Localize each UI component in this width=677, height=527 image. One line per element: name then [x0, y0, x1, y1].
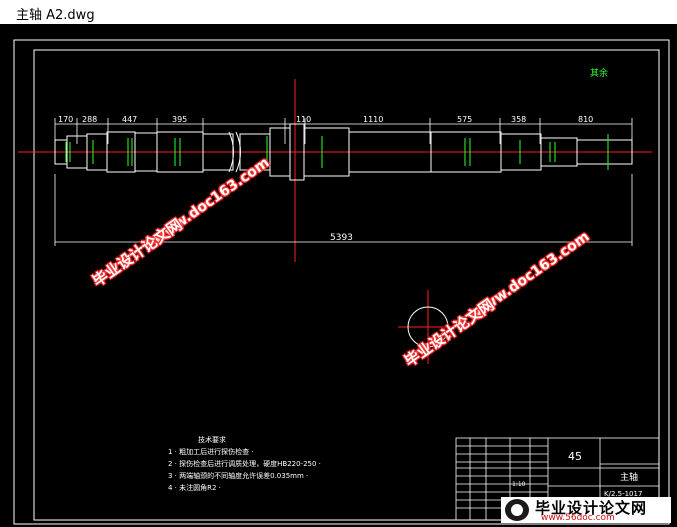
tech-item-1: 1 · 粗加工后进行探伤检查 ·: [168, 447, 254, 456]
dim-575: 575: [457, 115, 472, 124]
dim-1110: 1110: [363, 115, 383, 124]
tech-item-3: 3 · 两端轴颈的不同轴度允许误差0.035mm ·: [168, 471, 308, 480]
logo-icon: [505, 499, 529, 521]
dim-395: 395: [172, 115, 187, 124]
tb-part-name: 主轴: [620, 471, 638, 483]
dim-110: 110: [296, 115, 311, 124]
tech-title: 技术要求: [198, 435, 226, 444]
dim-810: 810: [578, 115, 593, 124]
dim-5393: 5393: [330, 233, 353, 243]
dim-358: 358: [511, 115, 526, 124]
tech-item-2: 2 · 探伤检查后进行调质处理，硬度HB220-250 ·: [168, 459, 321, 468]
drawing-canvas[interactable]: 170 288 447 395 110 1110 575 358 810 539…: [0, 24, 677, 527]
window-title: 主轴 A2.dwg: [16, 8, 95, 23]
dim-288: 288: [82, 115, 97, 124]
window-titlebar: 主轴 A2.dwg: [0, 0, 677, 24]
tech-item-4: 4 · 未注圆角R2 ·: [168, 483, 221, 492]
site-logo: 毕业设计论文网 www.56doc.com: [501, 497, 671, 523]
tb-scale: 1:10: [512, 481, 526, 488]
logo-site: www.56doc.com: [541, 513, 615, 523]
dim-170: 170: [58, 115, 73, 124]
dim-447: 447: [122, 115, 137, 124]
roughness-note: 其余: [590, 67, 608, 79]
tb-material: 45: [568, 450, 582, 463]
